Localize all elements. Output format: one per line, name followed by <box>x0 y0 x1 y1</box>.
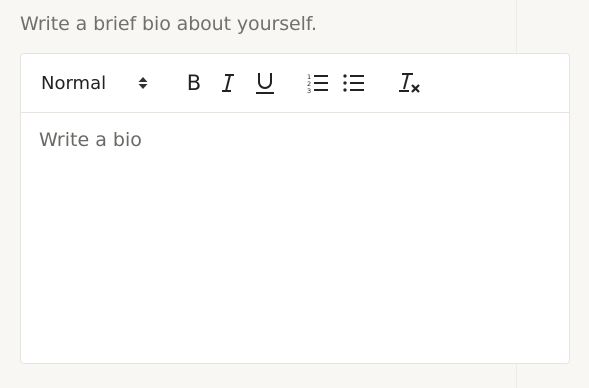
bold-icon: B <box>186 71 202 95</box>
clear-formatting-button[interactable] <box>396 54 424 112</box>
format-select[interactable]: Normal <box>41 54 156 112</box>
svg-text:3: 3 <box>307 87 311 94</box>
format-select-label: Normal <box>41 72 107 94</box>
bio-text-area[interactable]: Write a bio <box>21 113 569 363</box>
editor-toolbar: Normal B 1 2 3 <box>21 54 569 113</box>
italic-button[interactable] <box>217 54 239 112</box>
underline-icon <box>256 73 274 94</box>
italic-icon <box>222 74 234 92</box>
underline-button[interactable] <box>252 54 278 112</box>
bullet-list-icon <box>343 74 364 92</box>
ordered-list-icon: 1 2 3 <box>307 73 328 94</box>
bold-button[interactable]: B <box>181 54 207 112</box>
clear-formatting-icon <box>399 73 420 93</box>
bio-editor: Normal B 1 2 3 Write a bio <box>20 53 570 364</box>
bullet-list-button[interactable] <box>341 54 367 112</box>
bio-instruction: Write a brief bio about yourself. <box>20 13 317 35</box>
up-down-arrows-icon <box>138 77 148 89</box>
bio-placeholder: Write a bio <box>39 129 142 151</box>
ordered-list-button[interactable]: 1 2 3 <box>306 54 330 112</box>
